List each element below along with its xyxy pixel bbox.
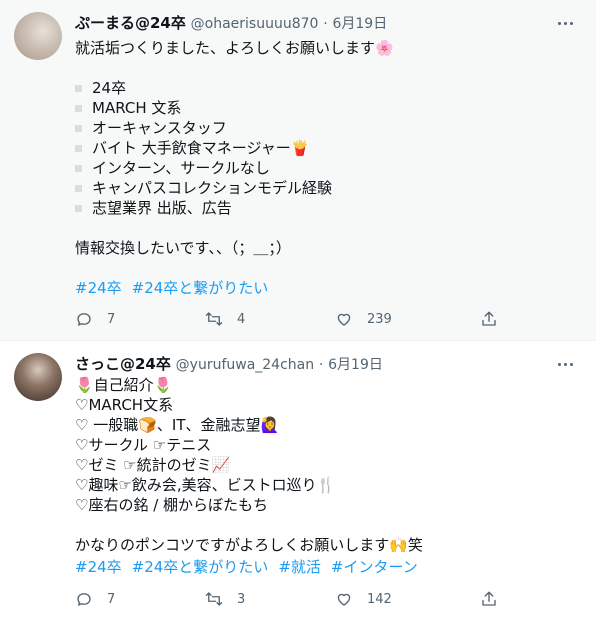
text-line: ♡ 一般職🍞、IT、金融志望🙋‍♀️	[75, 416, 280, 434]
retweet-count: 3	[237, 591, 246, 607]
avatar[interactable]	[14, 12, 62, 60]
hashtag-row: #24卒 #24卒と繋がりたい	[75, 278, 278, 298]
tweet-text: 就活垢つくりました、よろしくお願いします🌸 24卒 MARCH 文系 オーキャン…	[75, 38, 575, 258]
reply-icon	[77, 593, 91, 606]
tweet-2[interactable]: さっこ@24卒 @yurufuwa_24chan · 6月19日 🌷自己紹介🌷 …	[0, 341, 596, 621]
bullet-square	[75, 145, 82, 152]
hashtag-link[interactable]: #インターン	[331, 558, 418, 576]
user-handle[interactable]: @yurufuwa_24chan	[176, 357, 314, 373]
bullet-square	[75, 205, 82, 212]
action-bar: 7 4 239	[75, 310, 575, 332]
tweet-header: ぷーまる@24卒 @ohaerisuuuu870 · 6月19日	[75, 12, 387, 34]
user-handle[interactable]: @ohaerisuuuu870	[191, 16, 319, 32]
text-line: ♡座右の銘 / 棚からぼたもち	[75, 496, 269, 514]
bullet-square	[75, 105, 82, 112]
tweet-1[interactable]: ぷーまる@24卒 @ohaerisuuuu870 · 6月19日 就活垢つくりま…	[0, 0, 596, 340]
like-count: 142	[367, 591, 392, 607]
hashtag-link[interactable]: #24卒と繋がりたい	[132, 558, 269, 576]
retweet-icon	[205, 592, 223, 606]
separator-dot: ·	[318, 357, 324, 373]
hashtag-link[interactable]: #就活	[278, 558, 321, 576]
heart-icon	[337, 313, 351, 326]
list-item: インターン、サークルなし	[75, 158, 575, 178]
share-icon	[482, 591, 496, 606]
display-name[interactable]: ぷーまる@24卒	[75, 14, 186, 32]
more-horizontal-icon[interactable]	[556, 16, 574, 30]
list-item: キャンパスコレクションモデル経験	[75, 178, 575, 198]
reply-button[interactable]: 7	[75, 310, 115, 328]
text-line: ♡ゼミ ☞統計のゼミ📈	[75, 456, 231, 474]
like-button[interactable]: 142	[335, 590, 392, 608]
more-horizontal-icon[interactable]	[556, 357, 574, 371]
list-item: MARCH 文系	[75, 98, 575, 118]
text-line: ♡MARCH文系	[75, 396, 174, 414]
avatar[interactable]	[14, 353, 62, 401]
display-name[interactable]: さっこ@24卒	[75, 355, 171, 373]
bullet-square	[75, 85, 82, 92]
retweet-button[interactable]: 3	[205, 590, 245, 608]
list-item: オーキャンスタッフ	[75, 118, 575, 138]
heart-icon	[337, 593, 351, 606]
reply-icon	[77, 313, 91, 326]
share-button[interactable]	[480, 590, 498, 608]
tweet-header: さっこ@24卒 @yurufuwa_24chan · 6月19日	[75, 353, 383, 375]
tweet-date[interactable]: 6月19日	[328, 357, 383, 373]
closing-line: かなりのポンコツですがよろしくお願いします🙌笑	[75, 536, 423, 554]
like-count: 239	[367, 311, 392, 327]
text-line: 🌷自己紹介🌷	[75, 376, 173, 394]
reply-count: 7	[107, 311, 116, 327]
bullet-square	[75, 185, 82, 192]
reply-count: 7	[107, 591, 116, 607]
bullet-square	[75, 165, 82, 172]
separator-dot: ·	[323, 16, 328, 32]
share-button[interactable]	[480, 310, 498, 328]
hashtag-link[interactable]: #24卒と繋がりたい	[132, 279, 269, 297]
tweet-text: 🌷自己紹介🌷 ♡MARCH文系 ♡ 一般職🍞、IT、金融志望🙋‍♀️ ♡サークル…	[75, 375, 575, 555]
list-item: 24卒	[75, 78, 575, 98]
tweet-date[interactable]: 6月19日	[332, 16, 387, 32]
text-line: ♡趣味☞飲み会,美容、ビストロ巡り🍴	[75, 476, 336, 494]
bullet-square	[75, 125, 82, 132]
list-item: 志望業界 出版、広告	[75, 198, 575, 218]
retweet-button[interactable]: 4	[205, 310, 245, 328]
hashtag-link[interactable]: #24卒	[75, 279, 122, 297]
share-icon	[482, 311, 496, 326]
like-button[interactable]: 239	[335, 310, 392, 328]
action-bar: 7 3 142	[75, 590, 575, 612]
tweet-intro: 就活垢つくりました、よろしくお願いします🌸	[75, 39, 394, 57]
hashtag-link[interactable]: #24卒	[75, 558, 122, 576]
retweet-count: 4	[237, 311, 246, 327]
hashtag-row: #24卒 #24卒と繋がりたい #就活 #インターン	[75, 557, 428, 577]
text-line: ♡サークル ☞テニス	[75, 436, 212, 454]
list-item: バイト 大手飲食マネージャー🍟	[75, 138, 575, 158]
retweet-icon	[205, 312, 223, 326]
reply-button[interactable]: 7	[75, 590, 115, 608]
tweet-outro: 情報交換したいです、、（；＿；）	[75, 239, 291, 257]
